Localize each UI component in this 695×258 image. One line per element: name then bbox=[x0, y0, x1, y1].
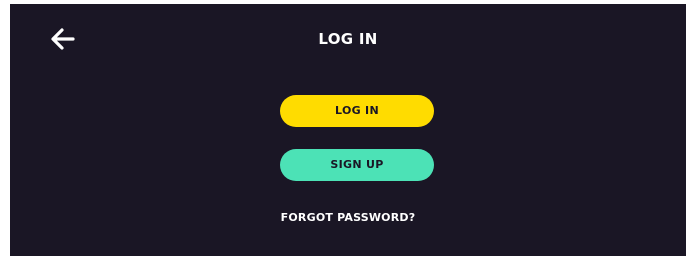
page-title: LOG IN bbox=[318, 30, 378, 48]
login-screen: LOG IN LOG IN SIGN UP FORGOT PASSWORD? bbox=[10, 4, 686, 256]
signup-button[interactable]: SIGN UP bbox=[280, 149, 434, 181]
login-button[interactable]: LOG IN bbox=[280, 95, 434, 127]
forgot-password-link[interactable]: FORGOT PASSWORD? bbox=[10, 211, 686, 224]
